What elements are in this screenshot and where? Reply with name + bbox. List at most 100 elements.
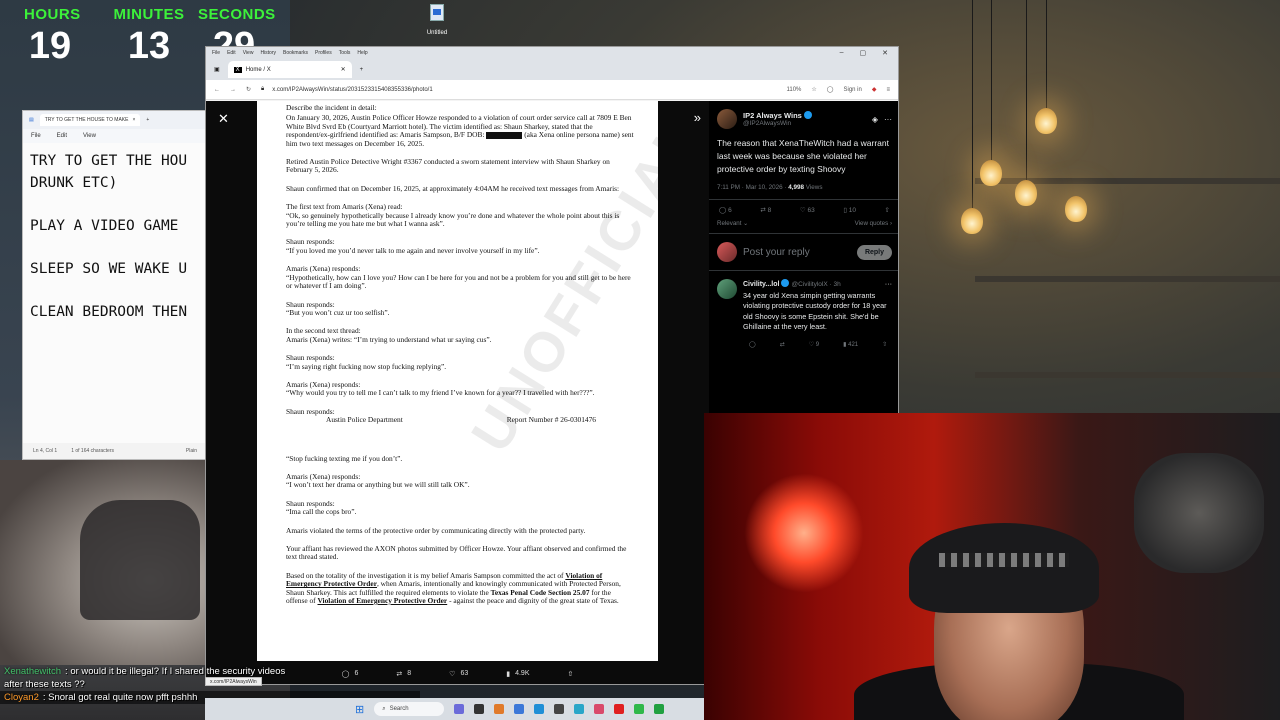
- menu-help[interactable]: Help: [357, 50, 367, 56]
- avatar[interactable]: [717, 279, 737, 299]
- close-icon[interactable]: ✕: [218, 111, 229, 127]
- menu-bookmarks[interactable]: Bookmarks: [283, 50, 308, 56]
- zoom-level[interactable]: 110%: [786, 87, 801, 93]
- author-handle[interactable]: @IP2AlwaysWin: [743, 120, 866, 127]
- new-tab-icon[interactable]: +: [360, 67, 364, 73]
- repost-count: 8: [767, 207, 772, 214]
- url-field[interactable]: 🔒︎ x.com/IP2AlwaysWin/status/20315233154…: [261, 83, 561, 96]
- view-quotes-link[interactable]: View quotes ›: [855, 220, 892, 227]
- reply-author-handle[interactable]: @CivilitylolX · 3h: [791, 281, 840, 288]
- menu-edit[interactable]: Edit: [57, 133, 67, 139]
- like-button[interactable]: ♡ 63: [800, 206, 815, 214]
- like-button[interactable]: ♡ 9: [809, 341, 819, 348]
- expand-icon[interactable]: »: [694, 110, 701, 125]
- maximize-icon[interactable]: ▢: [860, 49, 867, 57]
- repost-icon[interactable]: ⇄: [780, 341, 785, 348]
- notepad-tab[interactable]: TRY TO GET THE HOUSE TO MAKE ×: [39, 114, 141, 126]
- reply-author-name[interactable]: Civility...lol: [743, 281, 779, 288]
- report-number: Report Number # 26-0301476: [506, 415, 596, 425]
- forward-icon[interactable]: →: [230, 87, 236, 93]
- close-icon[interactable]: ✕: [341, 66, 346, 73]
- views-button[interactable]: ▮ 421: [843, 341, 858, 348]
- menu-view[interactable]: View: [83, 133, 96, 139]
- report-quote: “I won’t text her drama or anything but …: [286, 480, 470, 490]
- reply-composer: Post your reply Reply: [709, 234, 898, 271]
- repost-button[interactable]: ⇄ 8: [760, 206, 771, 214]
- document-icon: [430, 4, 444, 21]
- windows-start-icon[interactable]: ⊞: [355, 703, 364, 716]
- share-icon[interactable]: ⇧: [882, 341, 887, 348]
- minimize-icon[interactable]: –: [840, 49, 844, 57]
- notepad-text-area[interactable]: TRY TO GET THE HOU DRUNK ETC) PLAY A VID…: [23, 143, 207, 441]
- share-action[interactable]: ⇧: [568, 670, 574, 678]
- app-icon[interactable]: [514, 704, 525, 714]
- app-icon[interactable]: [534, 704, 545, 714]
- refresh-icon[interactable]: ↻: [246, 86, 251, 93]
- reply-view-count: 421: [848, 341, 859, 348]
- author-name-text: IP2 Always Wins: [743, 111, 802, 120]
- sign-in-button[interactable]: Sign in: [844, 87, 862, 93]
- comment-icon[interactable]: ◯: [749, 341, 756, 348]
- more-icon[interactable]: ···: [885, 279, 892, 290]
- tab-actions-icon[interactable]: ▣: [214, 66, 220, 73]
- app-icon[interactable]: [594, 704, 605, 714]
- report-quote: “But you won’t cuz ur too selfish”.: [286, 307, 390, 317]
- grok-icon[interactable]: ◈: [872, 115, 878, 124]
- minutes-value: 13: [127, 25, 171, 67]
- address-bar-row: ← → ↻ 🔒︎ x.com/IP2AlwaysWin/status/20315…: [206, 80, 898, 100]
- close-icon[interactable]: ✕: [882, 49, 888, 57]
- share-icon: ⇧: [567, 670, 574, 678]
- armchair: [80, 500, 200, 620]
- menu-view[interactable]: View: [243, 50, 254, 56]
- star-icon[interactable]: ☆: [811, 86, 816, 93]
- menu-icon[interactable]: ≡: [886, 87, 890, 93]
- pendant-lamp: [961, 208, 983, 234]
- share-icon[interactable]: ⇧: [885, 206, 890, 214]
- menu-tools[interactable]: Tools: [339, 50, 351, 56]
- more-icon[interactable]: ···: [884, 115, 892, 124]
- menu-history[interactable]: History: [260, 50, 276, 56]
- reply-submit-button[interactable]: Reply: [856, 244, 892, 260]
- add-tab-icon[interactable]: +: [146, 117, 149, 123]
- taskbar-search[interactable]: ⌕ Search: [374, 702, 445, 716]
- like-action[interactable]: ♡ 63: [449, 670, 468, 678]
- menu-file[interactable]: File: [31, 133, 41, 139]
- app-icon[interactable]: [634, 704, 645, 714]
- browser-tab[interactable]: X Home / X ✕: [227, 61, 352, 78]
- lamp-wire: [1046, 0, 1047, 108]
- app-icon[interactable]: [574, 704, 585, 714]
- back-icon[interactable]: ←: [214, 87, 220, 93]
- app-icon[interactable]: [614, 704, 625, 714]
- sort-dropdown[interactable]: Relevant ⌄: [717, 220, 748, 227]
- app-icon[interactable]: [454, 704, 465, 714]
- app-icon[interactable]: [654, 704, 665, 714]
- browser-app-icon[interactable]: [494, 704, 505, 714]
- background-person: [1134, 453, 1264, 573]
- notepad-tabbar: ▤ TRY TO GET THE HOUSE TO MAKE × +: [23, 111, 207, 129]
- reply-tweet[interactable]: Civility...lol @CivilitylolX · 3h ··· 34…: [709, 271, 898, 341]
- profile-icon[interactable]: ◯: [827, 86, 834, 93]
- bookmark-button[interactable]: ▯ 10: [843, 206, 856, 214]
- search-label: Search: [389, 706, 409, 712]
- avatar[interactable]: [717, 109, 737, 129]
- app-icon[interactable]: [554, 704, 565, 714]
- app-icon[interactable]: [474, 704, 485, 714]
- reply-button[interactable]: ◯ 6: [719, 206, 732, 214]
- views-action[interactable]: ▮ 4.9K: [506, 670, 529, 678]
- tweet-text: The reason that XenaTheWitch had a warra…: [717, 138, 889, 174]
- close-icon[interactable]: ×: [132, 117, 135, 123]
- extension-icon[interactable]: ◆: [872, 86, 877, 93]
- menu-edit[interactable]: Edit: [227, 50, 236, 56]
- reply-input[interactable]: Post your reply: [743, 247, 851, 258]
- tweet-stats: ◯ 6 ⇄ 8 ♡ 63 ▯ 10 ⇧: [709, 200, 898, 220]
- menu-profiles[interactable]: Profiles: [315, 50, 332, 56]
- window-controls: – ▢ ✕: [840, 49, 898, 57]
- tweet-timestamp[interactable]: 7:11 PM · Mar 10, 2026 ·: [717, 184, 787, 191]
- report-paragraph: In the second text thread: Amaris (Xena) …: [286, 327, 634, 344]
- menu-file[interactable]: File: [212, 50, 220, 56]
- report-paragraph: Amaris (Xena) responds: “Why would you tr…: [286, 380, 634, 398]
- tweet-meta: 7:11 PM · Mar 10, 2026 · 4,998 Views: [709, 176, 898, 200]
- author-name[interactable]: IP2 Always Wins: [743, 111, 866, 120]
- report-paragraph: Shaun responds: “But you won’t cuz ur too…: [286, 300, 634, 318]
- desktop-file-icon[interactable]: Untitled: [422, 4, 452, 39]
